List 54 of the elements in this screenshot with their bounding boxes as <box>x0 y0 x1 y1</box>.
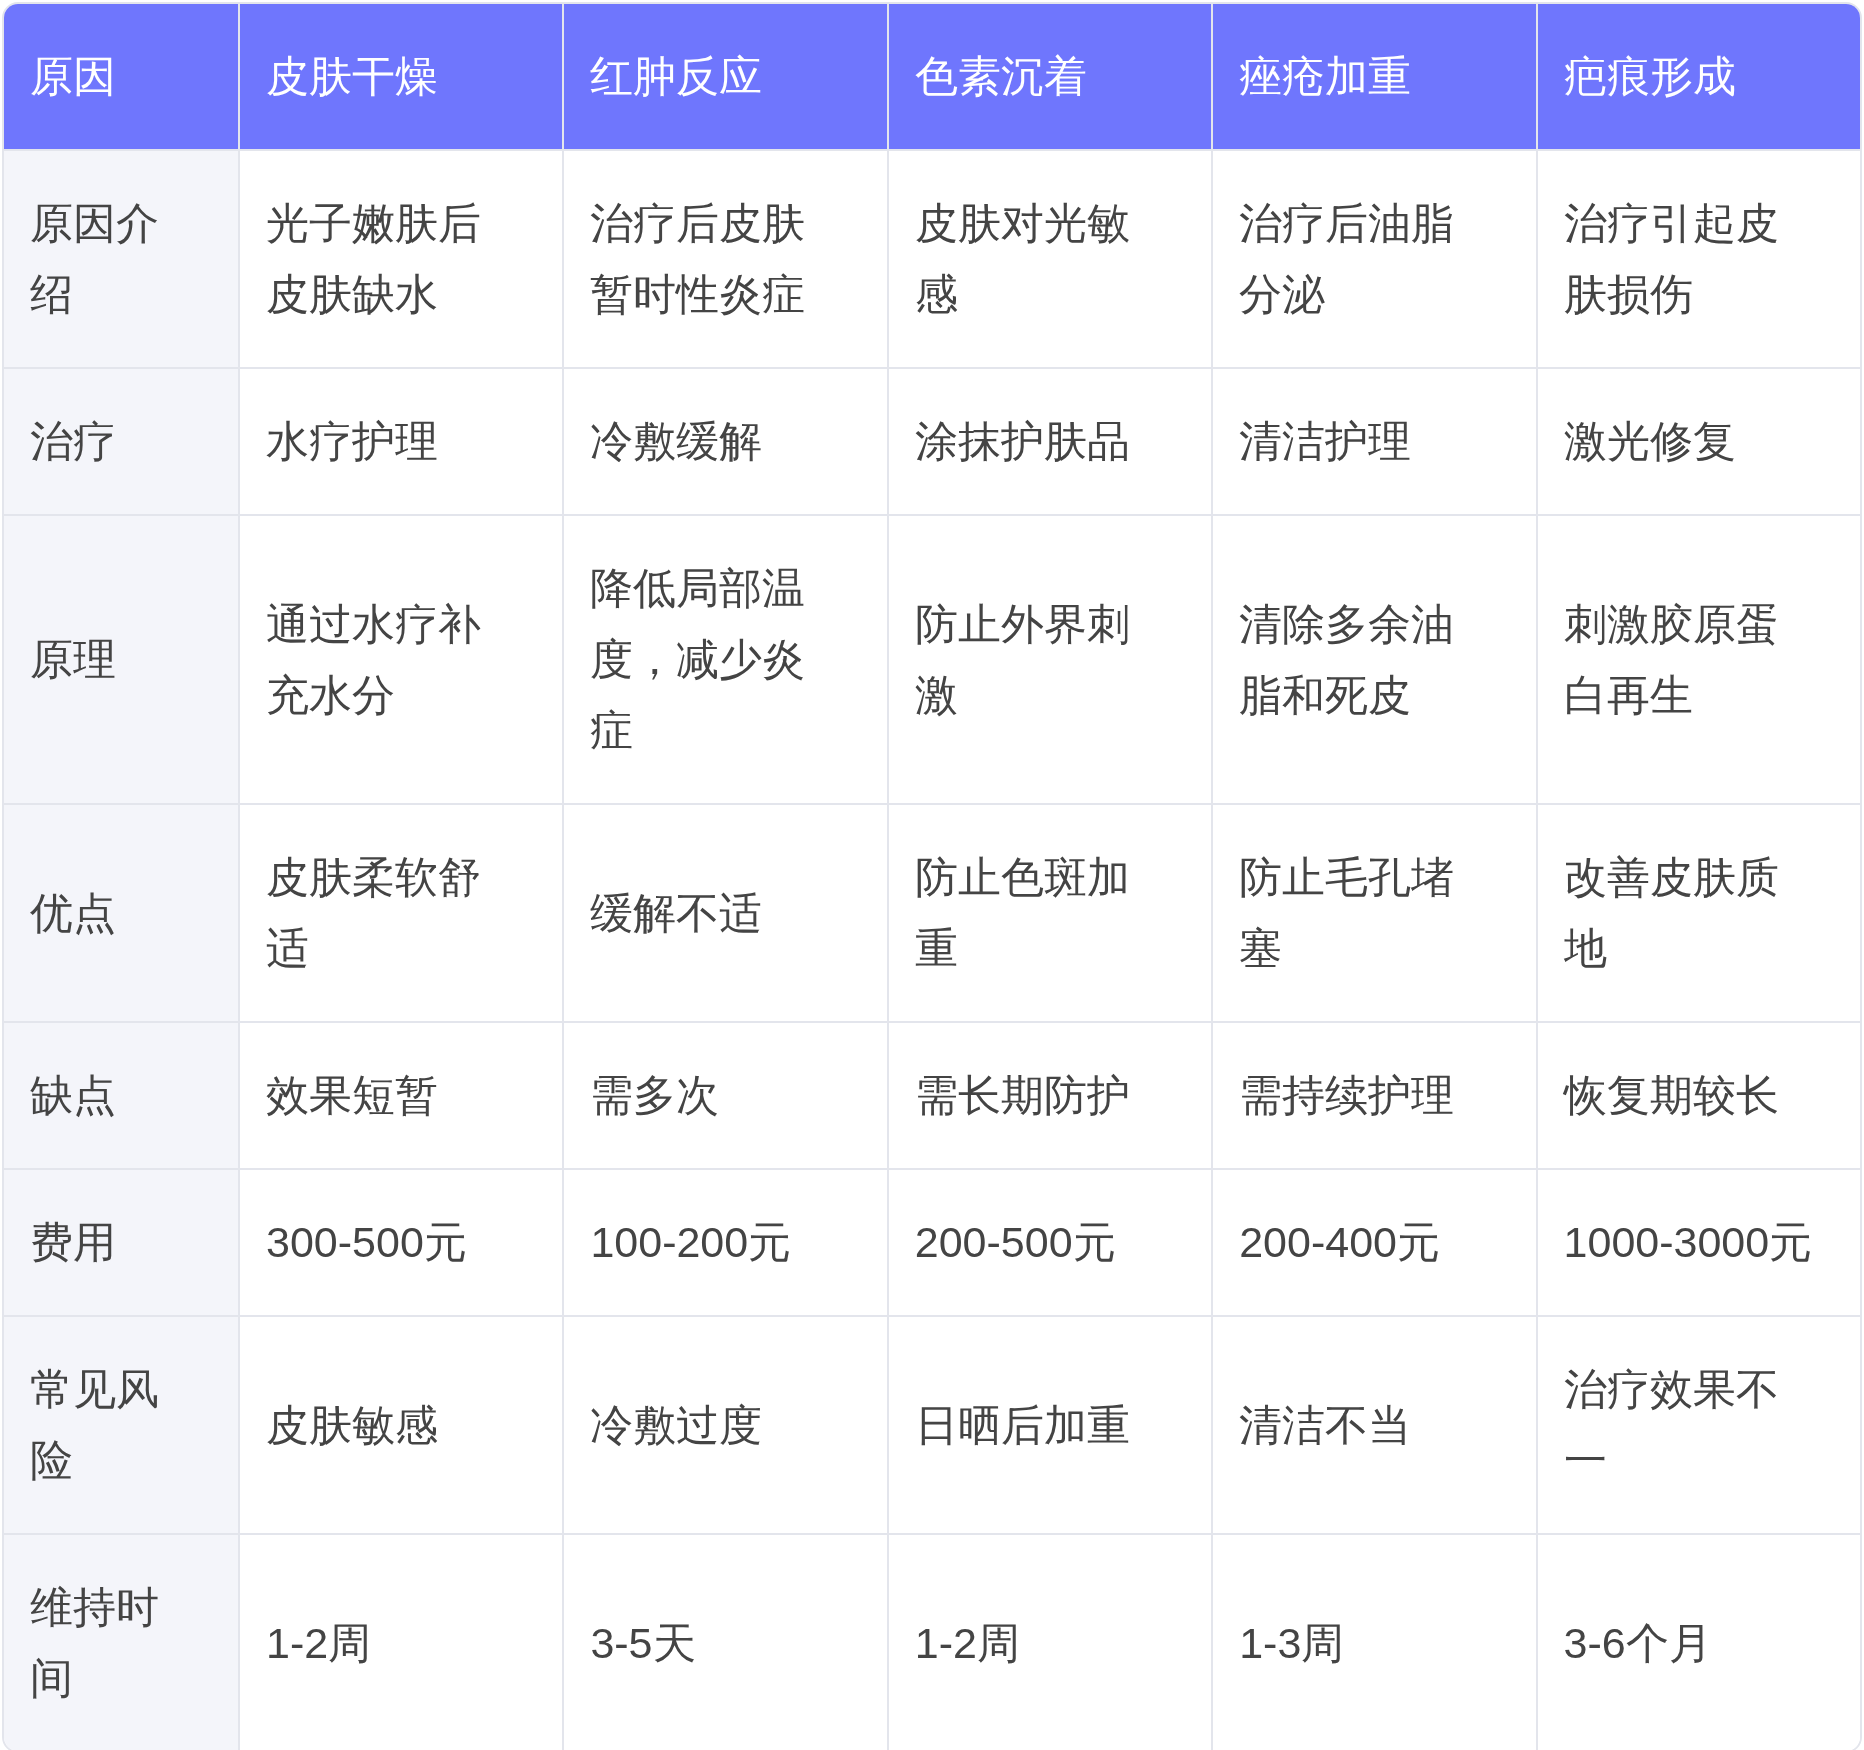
column-header: 痤疮加重 <box>1211 4 1536 149</box>
table-cell: 皮肤柔软舒适 <box>238 803 563 1021</box>
table-cell: 3-5天 <box>562 1533 887 1750</box>
table-cell: 清除多余油脂和死皮 <box>1211 514 1536 803</box>
table-cell: 1-2周 <box>238 1533 563 1750</box>
row-header: 维持时间 <box>4 1533 238 1750</box>
table-cell: 刺激胶原蛋白再生 <box>1535 514 1860 803</box>
table-cell: 防止色斑加重 <box>886 803 1212 1021</box>
column-header: 皮肤干燥 <box>238 4 563 149</box>
table-cell: 防止外界刺激 <box>886 514 1212 803</box>
table-cell: 光子嫩肤后皮肤缺水 <box>238 149 563 367</box>
table-cell: 治疗后皮肤暂时性炎症 <box>562 149 887 367</box>
table-cell: 300-500元 <box>238 1168 563 1315</box>
table-cell: 需多次 <box>562 1021 887 1168</box>
table-cell: 3-6个月 <box>1535 1533 1860 1750</box>
row-header: 原因介绍 <box>4 149 238 367</box>
table-cell: 清洁护理 <box>1211 367 1536 514</box>
row-header: 治疗 <box>4 367 238 514</box>
table-cell: 需持续护理 <box>1211 1021 1536 1168</box>
table-cell: 需长期防护 <box>886 1021 1212 1168</box>
column-header: 红肿反应 <box>562 4 887 149</box>
table-cell: 日晒后加重 <box>886 1315 1212 1533</box>
row-header: 常见风险 <box>4 1315 238 1533</box>
table-cell: 100-200元 <box>562 1168 887 1315</box>
table-cell: 皮肤对光敏感 <box>886 149 1212 367</box>
table-cell: 缓解不适 <box>562 803 887 1021</box>
table-cell: 水疗护理 <box>238 367 563 514</box>
row-header: 缺点 <box>4 1021 238 1168</box>
table-cell: 皮肤敏感 <box>238 1315 563 1533</box>
column-header: 色素沉着 <box>886 4 1212 149</box>
table-cell: 涂抹护肤品 <box>886 367 1212 514</box>
row-header: 费用 <box>4 1168 238 1315</box>
column-header: 疤痕形成 <box>1535 4 1860 149</box>
table-cell: 冷敷缓解 <box>562 367 887 514</box>
table-cell: 改善皮肤质地 <box>1535 803 1860 1021</box>
table-cell: 清洁不当 <box>1211 1315 1536 1533</box>
row-header: 原理 <box>4 514 238 803</box>
table-cell: 冷敷过度 <box>562 1315 887 1533</box>
column-header: 原因 <box>4 4 238 149</box>
table-cell: 防止毛孔堵塞 <box>1211 803 1536 1021</box>
table-cell: 恢复期较长 <box>1535 1021 1860 1168</box>
table-cell: 1000-3000元 <box>1535 1168 1860 1315</box>
row-header: 优点 <box>4 803 238 1021</box>
table-cell: 200-400元 <box>1211 1168 1536 1315</box>
table-cell: 200-500元 <box>886 1168 1212 1315</box>
table-cell: 1-3周 <box>1211 1533 1536 1750</box>
table-cell: 治疗效果不一 <box>1535 1315 1860 1533</box>
table-cell: 1-2周 <box>886 1533 1212 1750</box>
table-cell: 通过水疗补充水分 <box>238 514 563 803</box>
table-cell: 治疗引起皮肤损伤 <box>1535 149 1860 367</box>
table-cell: 降低局部温度，减少炎症 <box>562 514 887 803</box>
table-cell: 效果短暂 <box>238 1021 563 1168</box>
table-cell: 激光修复 <box>1535 367 1860 514</box>
table-cell: 治疗后油脂分泌 <box>1211 149 1536 367</box>
